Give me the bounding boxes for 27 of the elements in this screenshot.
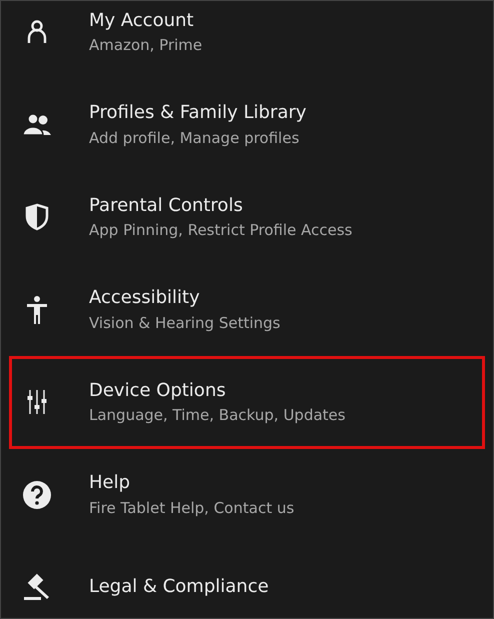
menu-item[interactable]: Device Options Language, Time, Backup, Updates — [9, 356, 485, 448]
item-title: Parental Controls — [89, 194, 244, 218]
sliders-icon — [26, 388, 48, 416]
item-subtitle: Vision & Hearing Settings — [89, 314, 280, 332]
item-title: Profiles & Family Library — [89, 102, 306, 125]
item-title: Help — [89, 472, 132, 495]
menu-item[interactable]: Legal & Compliance — [9, 541, 485, 618]
menu-item[interactable]: Accessibility Vision & Hearing Settings — [9, 264, 485, 356]
item-subtitle: Language, Time, Backup, Updates — [89, 406, 346, 425]
person-icon — [27, 20, 47, 44]
menu-item[interactable]: Parental Controls App Pinning, Restrict Profile Access — [9, 171, 485, 264]
item-subtitle: App Pinning, Restrict Profile Access — [89, 221, 352, 240]
item-title: Accessibility — [89, 287, 201, 310]
shield-icon — [25, 203, 49, 232]
gavel-icon — [23, 573, 51, 602]
accessibility-icon — [25, 294, 49, 325]
item-title: Legal & Compliance — [89, 576, 269, 598]
item-title: My Account — [89, 10, 195, 32]
menu-item[interactable]: Profiles & Family Library Add profile, Manage profiles — [9, 78, 485, 171]
item-subtitle: Add profile, Manage profiles — [89, 128, 300, 148]
item-title: Device Options — [89, 380, 227, 402]
item-subtitle: Amazon, Prime — [89, 36, 202, 55]
menu-item[interactable]: Help Fire Tablet Help, Contact us — [9, 448, 485, 541]
item-subtitle: Fire Tablet Help, Contact us — [89, 498, 294, 518]
people-icon — [22, 112, 52, 137]
menu-item[interactable]: My Account Amazon, Prime — [9, 1, 485, 78]
help-icon — [23, 480, 51, 509]
